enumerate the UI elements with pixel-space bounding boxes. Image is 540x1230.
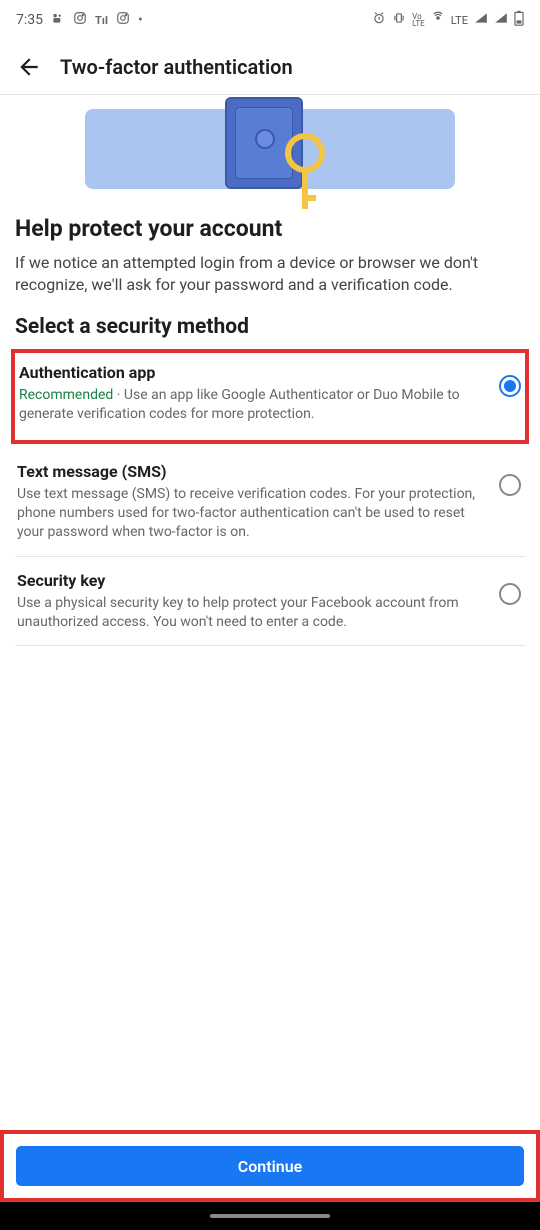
status-right: VoLTE LTE: [372, 10, 524, 30]
continue-button[interactable]: Continue: [16, 1146, 524, 1186]
signal-icon-1: [474, 11, 488, 29]
arrow-left-icon: [16, 54, 42, 80]
footer: Continue: [0, 1130, 540, 1202]
key-illustration: [285, 133, 325, 173]
method-text-message[interactable]: Text message (SMS) Use text message (SMS…: [15, 448, 525, 557]
method-title: Authentication app: [19, 363, 487, 382]
status-time: 7:35: [16, 12, 43, 28]
network-label: LTE: [451, 14, 468, 27]
signal-icon-2: [494, 11, 508, 29]
header: Two-factor authentication: [0, 40, 540, 95]
main-content: Help protect your account If we notice a…: [0, 203, 540, 1130]
radio-text-message[interactable]: [499, 474, 521, 496]
text-icon: TıI: [95, 14, 108, 27]
vibrate-icon: [392, 11, 406, 29]
method-authentication-app[interactable]: Authentication app Recommended · Use an …: [11, 349, 529, 444]
dot-icon: •: [138, 12, 143, 28]
radio-security-key[interactable]: [499, 583, 521, 605]
method-description: Recommended · Use an app like Google Aut…: [19, 386, 487, 424]
recommended-label: Recommended: [19, 387, 113, 403]
method-security-key[interactable]: Security key Use a physical security key…: [15, 557, 525, 647]
hotspot-icon: [431, 11, 445, 29]
navigation-bar: [0, 1202, 540, 1230]
method-title: Security key: [17, 571, 487, 590]
hero-background: [85, 109, 455, 189]
status-left: 7:35 TıI •: [16, 11, 143, 29]
radio-authentication-app[interactable]: [499, 375, 521, 397]
section-heading: Select a security method: [15, 315, 525, 339]
page-title: Two-factor authentication: [60, 55, 293, 79]
volte-icon: VoLTE: [412, 13, 425, 27]
main-heading: Help protect your account: [15, 215, 525, 242]
hero-illustration: [0, 95, 540, 203]
method-description: Use text message (SMS) to receive verifi…: [17, 485, 487, 542]
battery-icon: [514, 10, 524, 30]
main-description: If we notice an attempted login from a d…: [15, 252, 525, 295]
instagram-icon: [73, 11, 87, 29]
method-description: Use a physical security key to help prot…: [17, 594, 487, 632]
teams-icon: [51, 11, 65, 29]
alarm-icon: [372, 11, 386, 29]
instagram-icon-2: [116, 11, 130, 29]
method-title: Text message (SMS): [17, 462, 487, 481]
status-bar: 7:35 TıI • VoLTE LTE: [0, 0, 540, 40]
nav-handle[interactable]: [210, 1214, 330, 1218]
back-button[interactable]: [16, 54, 42, 80]
